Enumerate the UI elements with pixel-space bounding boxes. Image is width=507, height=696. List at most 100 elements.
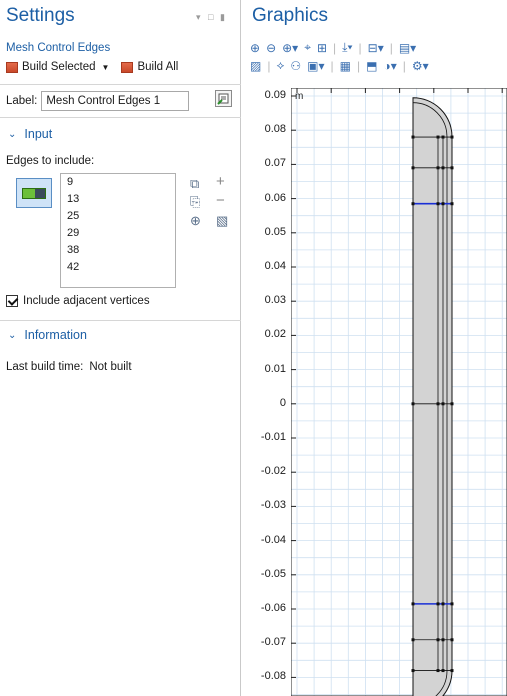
rename-icon[interactable] (215, 90, 232, 107)
vertex[interactable] (436, 669, 440, 673)
list-item[interactable]: 13 (61, 191, 175, 208)
zoom-extents-icon[interactable]: ⊞ (317, 41, 327, 55)
input-section-title: Input (24, 127, 53, 141)
graphics-toolbar-row-2: ▨ | ⟡ ⚇ ▣▾ | ▦ | ⬒ ◑▾ | ⚙▾ (250, 58, 429, 73)
wireframe-icon[interactable]: ⚇ (290, 59, 301, 73)
last-build-time-row: Last build time: Not built (6, 361, 132, 373)
geometry-body[interactable] (412, 97, 453, 696)
settings-panel: Settings ▾ □ ▮ Mesh Control Edges Build … (0, 0, 241, 696)
chevron-down-icon: ⌄ (8, 128, 17, 140)
y-tick-label: 0 (279, 396, 286, 409)
graphics-canvas[interactable]: m (291, 88, 507, 696)
scene-light-icon[interactable]: ▨ (250, 59, 261, 73)
zoom-box-icon[interactable]: ⊕▾ (282, 41, 298, 55)
y-tick-label: 0.08 (264, 123, 286, 136)
list-item[interactable]: 25 (61, 208, 175, 225)
edge-selection-list[interactable]: 9 13 25 29 38 42 (60, 173, 176, 288)
transparency-icon[interactable]: ⟡ (276, 58, 284, 73)
screenshot-icon[interactable]: ▤▾ (399, 41, 416, 55)
list-item[interactable]: 29 (61, 225, 175, 242)
y-tick-label: -0.03 (260, 499, 286, 512)
y-tick-label: -0.01 (260, 431, 286, 443)
vertex[interactable] (411, 638, 415, 642)
vertex[interactable] (441, 202, 445, 206)
vertex[interactable] (450, 602, 454, 606)
y-tick-label: 0.01 (264, 362, 286, 375)
include-adjacent-vertices-checkbox[interactable]: Include adjacent vertices (6, 295, 150, 307)
unit-label: m (295, 91, 303, 102)
zoom-out-icon[interactable]: ⊖ (266, 41, 276, 55)
list-item[interactable]: 9 (61, 174, 175, 191)
y-tick-label: -0.04 (260, 533, 286, 546)
zoom-in-icon[interactable]: ⊕ (250, 41, 260, 55)
color-icon[interactable]: ◑▾ (383, 59, 396, 73)
vertex[interactable] (436, 135, 440, 139)
y-tick-label: 0.07 (264, 157, 286, 170)
vertex[interactable] (411, 202, 415, 206)
checkbox-label: Include adjacent vertices (23, 295, 150, 307)
settings-title: Settings (6, 5, 75, 26)
label-caption: Label: (6, 95, 38, 107)
vertex[interactable] (436, 202, 440, 206)
vertex[interactable] (436, 638, 440, 642)
vertex[interactable] (411, 602, 415, 606)
vertex[interactable] (450, 202, 454, 206)
list-item[interactable]: 42 (61, 259, 175, 276)
y-tick-label: -0.06 (260, 602, 286, 614)
panel-menu-icon[interactable]: ▾ (196, 12, 201, 23)
checkbox-checked[interactable] (6, 295, 18, 307)
y-tick-label: 0.05 (264, 225, 286, 238)
y-tick-label: -0.08 (260, 670, 286, 683)
vertex[interactable] (450, 402, 454, 406)
vertex[interactable] (441, 402, 445, 406)
graphics-panel: Graphics ⊕ ⊖ ⊕▾ ⌖ ⊞ | ⤓▾ | ⊟▾ | ▤▾ ▨ | ⟡… (242, 0, 507, 696)
divider (0, 84, 241, 85)
last-build-value: Not built (89, 361, 132, 373)
vertex[interactable] (441, 166, 445, 170)
clear-selection-icon[interactable]: ▧ (216, 213, 228, 229)
vertex[interactable] (411, 402, 415, 406)
vertex[interactable] (441, 669, 445, 673)
select-mode-icon[interactable]: ⊟▾ (368, 41, 384, 55)
build-all-button[interactable]: Build All (137, 61, 178, 73)
input-section-header[interactable]: ⌄ Input (8, 127, 52, 141)
plot-frame (291, 88, 507, 696)
active-selection-toggle[interactable] (16, 178, 52, 208)
divider (0, 117, 241, 118)
vertex[interactable] (436, 166, 440, 170)
build-selected-button[interactable]: Build Selected (22, 61, 96, 73)
settings-gear-icon[interactable]: ⚙▾ (412, 59, 429, 73)
remove-icon[interactable]: − (216, 192, 225, 209)
y-tick-label: 0.06 (264, 191, 286, 204)
vertex[interactable] (411, 135, 415, 139)
select-box-icon[interactable]: ⬒ (366, 59, 377, 73)
list-item[interactable]: 38 (61, 242, 175, 259)
vertex[interactable] (436, 402, 440, 406)
chevron-down-icon[interactable]: ▼ (102, 63, 110, 72)
grid-icon[interactable]: ▦ (340, 59, 351, 73)
geometry[interactable] (411, 97, 454, 696)
paste-icon[interactable]: ⎘ (190, 194, 200, 210)
edges-to-include-label: Edges to include: (6, 155, 95, 167)
render-mode-icon[interactable]: ▣▾ (307, 59, 324, 73)
vertex[interactable] (411, 166, 415, 170)
vertex[interactable] (436, 602, 440, 606)
last-build-label: Last build time: (6, 361, 84, 373)
label-row: Label: (6, 91, 190, 111)
zoom-to-selection-icon[interactable]: ⊕ (190, 213, 201, 229)
zoom-selected-icon[interactable]: ⌖ (304, 40, 311, 55)
view-axes-icon[interactable]: ⤓▾ (342, 40, 352, 55)
label-field[interactable] (41, 91, 190, 111)
vertex[interactable] (441, 135, 445, 139)
information-section-header[interactable]: ⌄ Information (8, 328, 87, 342)
vertex[interactable] (441, 602, 445, 606)
add-icon[interactable]: + (216, 173, 225, 190)
y-tick-label: -0.02 (260, 465, 286, 478)
vertex[interactable] (441, 638, 445, 642)
vertex[interactable] (411, 669, 415, 673)
build-all-icon (121, 61, 134, 73)
pin-icon[interactable]: ▮ (220, 12, 225, 23)
copy-icon[interactable]: ⧉ (190, 176, 199, 192)
maximize-icon[interactable]: □ (208, 12, 213, 22)
y-tick-label: 0.02 (264, 328, 286, 341)
